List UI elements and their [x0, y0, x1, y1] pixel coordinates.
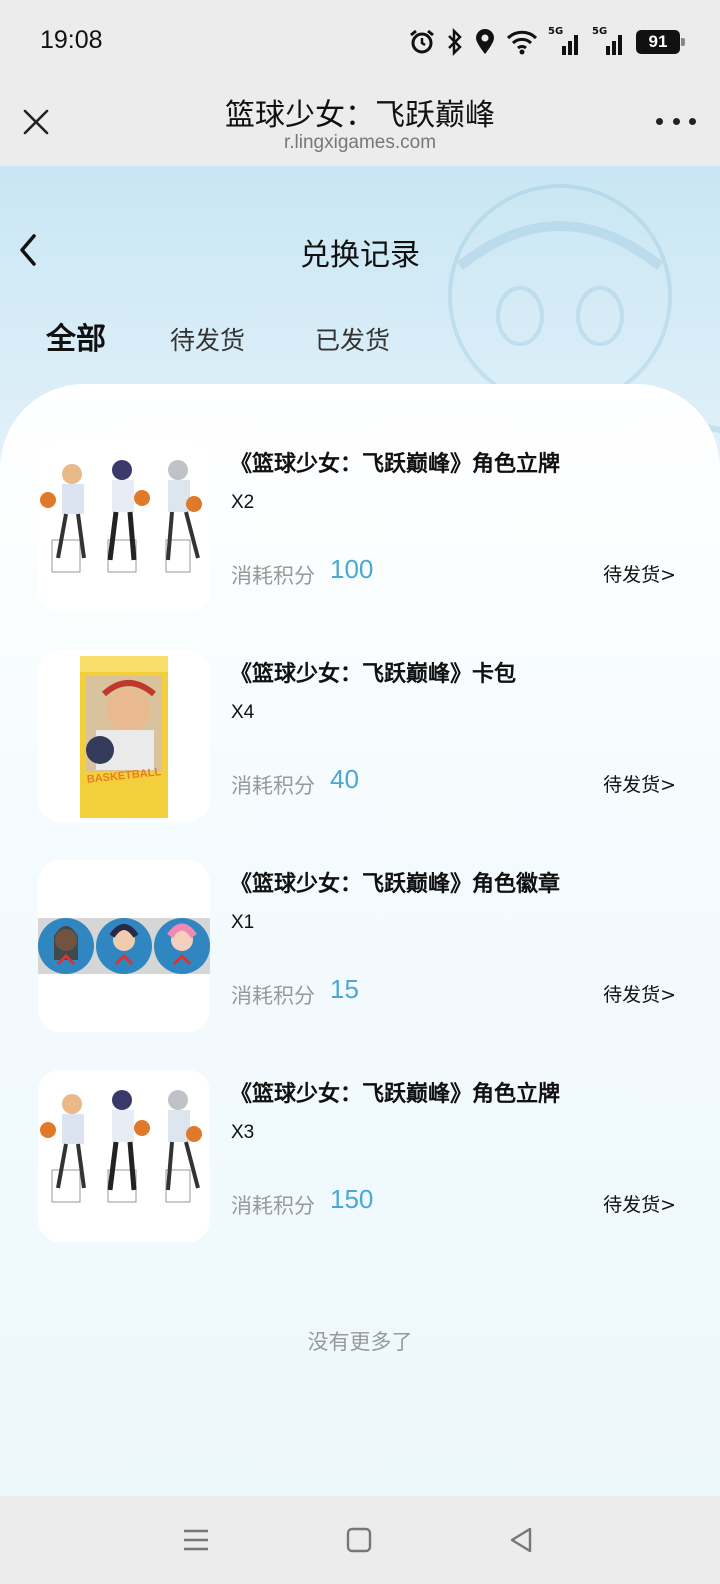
end-of-list-text: 没有更多了 [307, 1330, 413, 1354]
menu-icon[interactable] [180, 1524, 212, 1556]
product-thumbnail [38, 1070, 210, 1242]
order-status-link[interactable]: 待发货> [603, 770, 676, 797]
more-dot-icon [689, 118, 696, 125]
alarm-icon [410, 29, 434, 54]
back-triangle-icon[interactable] [505, 1524, 537, 1556]
list-item[interactable]: 《篮球少女：飞跃巅峰》角色立牌 X2 消耗积分 100 待发货> [38, 440, 682, 612]
cost-value: 15 [330, 974, 359, 1004]
home-square-icon[interactable] [343, 1524, 375, 1556]
signal-icon [562, 35, 578, 55]
cost-value: 100 [330, 554, 374, 584]
signal-icon [606, 35, 622, 55]
tab-pending-shipment[interactable]: 待发货 [170, 321, 245, 357]
order-status-link[interactable]: 待发货> [603, 560, 676, 587]
signal-5g-2: 5G [592, 26, 626, 56]
more-options-button[interactable] [656, 118, 696, 128]
order-status-link[interactable]: 待发货> [603, 980, 676, 1007]
tab-all[interactable]: 全部 [46, 314, 106, 358]
bluetooth-icon [448, 28, 462, 56]
cost-label: 消耗积分 [231, 564, 315, 588]
location-icon [476, 29, 494, 54]
order-status-link[interactable]: 待发货> [603, 1190, 676, 1217]
product-quantity: X2 [231, 492, 255, 513]
product-thumbnail: BASKETBALL [38, 650, 210, 822]
page-title: 兑换记录 [300, 238, 420, 273]
more-dot-icon [656, 118, 663, 125]
product-name: 《篮球少女：飞跃巅峰》卡包 [230, 662, 517, 687]
more-dot-icon [672, 118, 680, 125]
product-name: 《篮球少女：飞跃巅峰》角色立牌 [230, 1082, 561, 1107]
wifi-icon [506, 30, 538, 55]
cost-value: 40 [330, 764, 359, 794]
cost-label: 消耗积分 [231, 984, 315, 1008]
list-item[interactable]: BASKETBALL 《篮球少女：飞跃巅峰》卡包 X4 消耗积分 40 待发货> [38, 650, 682, 822]
system-navigation-bar [0, 1496, 720, 1584]
card-pack-image [80, 656, 168, 818]
webview-header: 篮球少女：飞跃巅峰 r.lingxigames.com [0, 84, 720, 166]
product-name: 《篮球少女：飞跃巅峰》角色立牌 [230, 452, 561, 477]
status-bar: 19:08 5G 5G 91 [0, 0, 720, 84]
product-thumbnail [38, 440, 210, 612]
cost-label: 消耗积分 [231, 774, 315, 798]
cost-label: 消耗积分 [231, 1194, 315, 1218]
clock: 19:08 [40, 26, 103, 54]
webview-title: 篮球少女：飞跃巅峰 [225, 98, 495, 133]
product-thumbnail [38, 860, 210, 1032]
filter-tabs: 全部 待发货 已发货 [46, 314, 460, 358]
list-item[interactable]: 《篮球少女：飞跃巅峰》角色立牌 X3 消耗积分 150 待发货> [38, 1070, 682, 1242]
standee-image [40, 1090, 202, 1203]
webview-url: r.lingxigames.com [283, 132, 437, 153]
cost-value: 150 [330, 1184, 374, 1214]
list-item[interactable]: 《篮球少女：飞跃巅峰》角色徽章 X1 消耗积分 15 待发货> [38, 860, 682, 1032]
product-quantity: X1 [231, 912, 255, 933]
product-name: 《篮球少女：飞跃巅峰》角色徽章 [230, 872, 561, 897]
product-quantity: X3 [231, 1122, 255, 1143]
system-icons: 5G 5G 91 [408, 26, 685, 58]
battery-indicator: 91 [636, 30, 685, 54]
tab-shipped[interactable]: 已发货 [315, 321, 390, 357]
standee-image [40, 460, 202, 573]
badge-image [38, 918, 210, 974]
signal-5g-1: 5G [548, 26, 582, 56]
product-quantity: X4 [231, 702, 255, 723]
page-content: 兑换记录 全部 待发货 已发货 《篮球少女：飞跃巅峰》角色立牌 X2 消耗积分 … [0, 166, 720, 1496]
